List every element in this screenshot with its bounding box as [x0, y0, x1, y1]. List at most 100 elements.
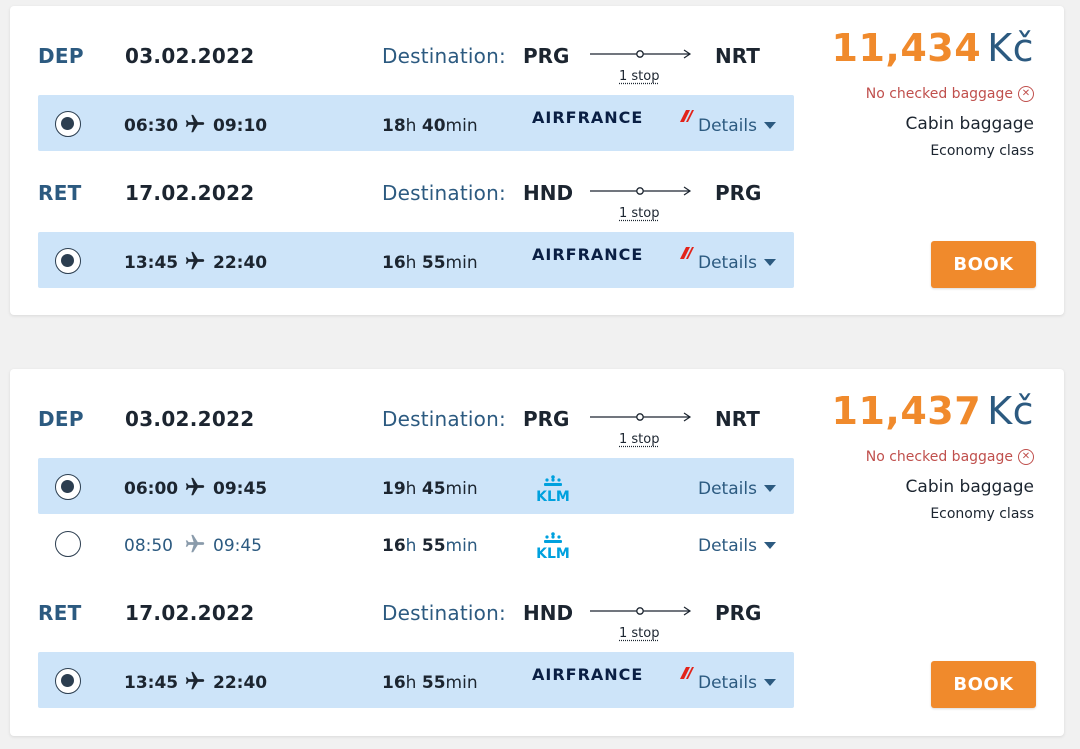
- route-arrow-icon: [590, 49, 692, 59]
- price-currency: Kč: [987, 26, 1034, 70]
- departure-time: 06:00: [124, 479, 179, 499]
- plane-icon: [185, 671, 205, 690]
- flight-duration: 16h 55min: [382, 673, 478, 693]
- leg-type-label: DEP: [38, 44, 84, 68]
- destination-label: Destination:: [382, 181, 506, 205]
- radio-icon[interactable]: [55, 474, 81, 500]
- airfrance-stripe-icon: [680, 247, 694, 259]
- arrival-time: 09:45: [213, 536, 262, 556]
- destination-code: NRT: [715, 407, 760, 431]
- destination-code: PRG: [715, 181, 762, 205]
- flight-duration: 19h 45min: [382, 479, 478, 499]
- airfrance-stripe-icon: [680, 667, 694, 679]
- airfrance-logo: AIRFRANCE: [532, 245, 644, 264]
- route-arrow-icon: [590, 186, 692, 196]
- price-amount: 11,434: [831, 26, 982, 70]
- book-button[interactable]: BOOK: [931, 241, 1036, 288]
- details-toggle[interactable]: Details: [698, 116, 757, 136]
- departure-time: 13:45: [124, 253, 179, 273]
- travel-class: Economy class: [930, 143, 1034, 159]
- leg-type-label: DEP: [38, 407, 84, 431]
- chevron-down-icon[interactable]: [764, 122, 776, 130]
- cabin-baggage: Cabin baggage: [905, 114, 1034, 134]
- svg-text:KLM: KLM: [536, 546, 570, 561]
- no-checked-baggage: No checked baggage ✕: [866, 86, 1034, 102]
- leg-date: 17.02.2022: [125, 181, 255, 205]
- arrival-time: 22:40: [213, 673, 268, 693]
- destination-label: Destination:: [382, 601, 506, 625]
- leg-date: 03.02.2022: [125, 407, 255, 431]
- origin-code: PRG: [523, 44, 570, 68]
- leg-header-ret: RET 17.02.2022 Destination: HND PRG 1 st…: [38, 593, 794, 641]
- no-checked-baggage: No checked baggage ✕: [866, 449, 1034, 465]
- stops-link[interactable]: 1 stop: [619, 206, 659, 221]
- flight-option[interactable]: 06:30 09:10 18h 40min AIRFRANCE Details: [38, 95, 794, 151]
- price-amount: 11,437: [831, 389, 982, 433]
- details-toggle[interactable]: Details: [698, 479, 757, 499]
- leg-header-dep: DEP 03.02.2022 Destination: PRG NRT 1 st…: [38, 36, 794, 84]
- chevron-down-icon[interactable]: [764, 485, 776, 493]
- svg-text:KLM: KLM: [536, 489, 570, 504]
- route-arrow-icon: [590, 412, 692, 422]
- klm-logo: KLM: [536, 532, 570, 561]
- arrival-time: 09:10: [213, 116, 268, 136]
- leg-type-label: RET: [38, 601, 82, 625]
- price: 11,434 Kč: [832, 26, 1034, 70]
- flight-duration: 16h 55min: [382, 536, 478, 556]
- flight-option[interactable]: 13:45 22:40 16h 55min AIRFRANCE Details: [38, 232, 794, 288]
- stops-link[interactable]: 1 stop: [619, 69, 659, 84]
- destination-code: NRT: [715, 44, 760, 68]
- leg-type-label: RET: [38, 181, 82, 205]
- radio-icon[interactable]: [55, 248, 81, 274]
- flight-option[interactable]: 08:50 09:45 16h 55min KLM Details: [38, 515, 794, 571]
- flight-duration: 16h 55min: [382, 253, 478, 273]
- klm-logo: KLM: [536, 475, 570, 504]
- flight-option[interactable]: 06:00 09:45 19h 45min KLM Details: [38, 458, 794, 514]
- radio-icon[interactable]: [55, 111, 81, 137]
- airfrance-logo: AIRFRANCE: [532, 108, 644, 127]
- leg-date: 17.02.2022: [125, 601, 255, 625]
- offer-card: DEP 03.02.2022 Destination: PRG NRT 1 st…: [10, 6, 1064, 315]
- travel-class: Economy class: [930, 506, 1034, 522]
- airfrance-stripe-icon: [680, 110, 694, 122]
- departure-time: 13:45: [124, 673, 179, 693]
- baggage-note: No checked baggage: [865, 449, 1013, 465]
- price-currency: Kč: [987, 389, 1034, 433]
- flight-duration: 18h 40min: [382, 116, 478, 136]
- plane-icon: [185, 114, 205, 133]
- arrival-time: 09:45: [213, 479, 268, 499]
- airfrance-logo: AIRFRANCE: [532, 665, 644, 684]
- price: 11,437 Kč: [832, 389, 1034, 433]
- cabin-baggage: Cabin baggage: [905, 477, 1034, 497]
- offer-card: DEP 03.02.2022 Destination: PRG NRT 1 st…: [10, 369, 1064, 736]
- chevron-down-icon[interactable]: [764, 679, 776, 687]
- leg-header-ret: RET 17.02.2022 Destination: HND PRG 1 st…: [38, 173, 794, 221]
- destination-label: Destination:: [382, 44, 506, 68]
- stops-link[interactable]: 1 stop: [619, 432, 659, 447]
- arrival-time: 22:40: [213, 253, 268, 273]
- destination-code: PRG: [715, 601, 762, 625]
- radio-icon[interactable]: [55, 668, 81, 694]
- flight-option[interactable]: 13:45 22:40 16h 55min AIRFRANCE Details: [38, 652, 794, 708]
- plane-icon: [185, 251, 205, 270]
- origin-code: PRG: [523, 407, 570, 431]
- close-circle-icon: ✕: [1018, 449, 1034, 465]
- chevron-down-icon[interactable]: [764, 542, 776, 550]
- radio-icon[interactable]: [55, 531, 81, 557]
- departure-time: 06:30: [124, 116, 179, 136]
- origin-code: HND: [523, 181, 574, 205]
- book-button[interactable]: BOOK: [931, 661, 1036, 708]
- details-toggle[interactable]: Details: [698, 536, 757, 556]
- details-toggle[interactable]: Details: [698, 253, 757, 273]
- details-toggle[interactable]: Details: [698, 673, 757, 693]
- plane-icon: [185, 534, 205, 553]
- departure-time: 08:50: [124, 536, 173, 556]
- origin-code: HND: [523, 601, 574, 625]
- leg-header-dep: DEP 03.02.2022 Destination: PRG NRT 1 st…: [38, 399, 794, 447]
- route-arrow-icon: [590, 606, 692, 616]
- chevron-down-icon[interactable]: [764, 259, 776, 267]
- stops-link[interactable]: 1 stop: [619, 626, 659, 641]
- leg-date: 03.02.2022: [125, 44, 255, 68]
- close-circle-icon: ✕: [1018, 86, 1034, 102]
- baggage-note: No checked baggage: [865, 86, 1013, 102]
